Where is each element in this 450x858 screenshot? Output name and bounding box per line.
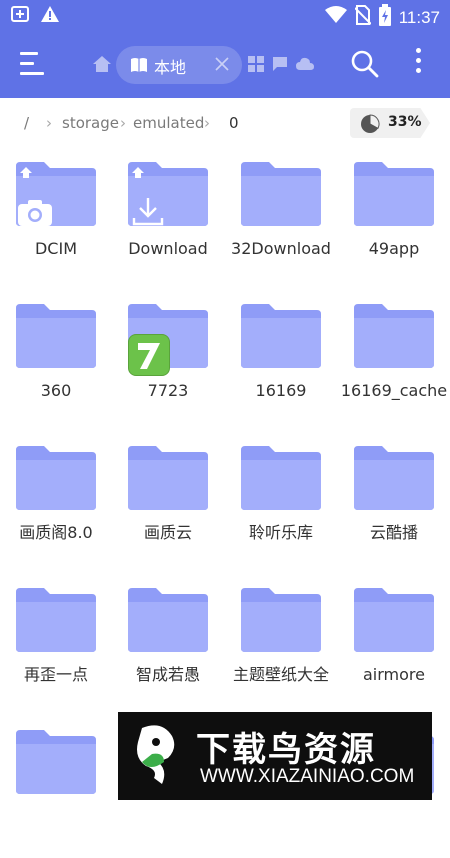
warning-icon (40, 4, 60, 28)
folder-icon (128, 162, 208, 226)
folder-icon (16, 730, 96, 794)
folder-item[interactable]: 16169 (225, 292, 337, 432)
folder-icon (16, 162, 96, 226)
folder-name: 画质阁8.0 (19, 523, 93, 542)
folder-item[interactable]: 7723 (112, 292, 224, 432)
folder-name: 再歪一点 (23, 665, 88, 684)
folder-icon (354, 162, 434, 226)
folder-item[interactable]: 智成若愚 (112, 576, 224, 716)
more-options-button[interactable] (414, 48, 422, 80)
top-toolbar: 本地 (0, 32, 450, 98)
folder-item[interactable]: 云酷播 (338, 434, 450, 574)
wifi-icon (324, 6, 347, 29)
folder-item[interactable]: Download (112, 150, 224, 290)
folder-icon (16, 588, 96, 652)
folder-grid: DCIM Download 32Download 49app 360 7723 16169 1… (0, 150, 450, 800)
app-7723-icon (128, 334, 170, 376)
folder-icon (16, 304, 96, 368)
folder-item[interactable]: 聆听乐库 (225, 434, 337, 574)
no-sim-icon (354, 5, 372, 30)
folder-name: 16169_cache (340, 381, 448, 400)
folder-name: Download (128, 239, 208, 258)
folder-name: 主题壁纸大全 (232, 665, 329, 684)
book-icon (130, 57, 148, 77)
extra-tabs (248, 56, 314, 76)
folder-icon (128, 304, 208, 376)
app-notification-icon (10, 4, 30, 28)
folder-icon (241, 304, 321, 368)
folder-name: 云酷播 (369, 523, 418, 542)
folder-name: 49app (368, 239, 420, 258)
folder-icon (241, 162, 321, 226)
folder-name: 360 (40, 381, 72, 400)
search-icon (350, 50, 380, 83)
storage-used-percent: 33% (388, 114, 422, 130)
breadcrumb-emulated[interactable]: emulated (133, 114, 204, 132)
folder-name: DCIM (34, 239, 77, 258)
folder-item[interactable]: DCIM (0, 150, 112, 290)
folder-item[interactable] (0, 718, 112, 858)
watermark-url: WWW.XIAZAINIAO.COM (200, 766, 415, 787)
breadcrumb-root[interactable]: / (24, 114, 29, 132)
breadcrumb: / › storage › emulated › 0 33% (0, 98, 450, 150)
message-icon[interactable] (272, 56, 288, 76)
tab-local[interactable]: 本地 (116, 46, 242, 84)
pie-chart-icon (360, 114, 380, 138)
watermark-title: 下载鸟资源 (196, 730, 376, 770)
status-bar: 11:37 (0, 0, 450, 32)
folder-icon (241, 446, 321, 510)
breadcrumb-storage[interactable]: storage (62, 114, 119, 132)
folder-item[interactable]: 画质云 (112, 434, 224, 574)
folder-item[interactable]: airmore (338, 576, 450, 716)
folder-item[interactable]: 主题壁纸大全 (225, 576, 337, 716)
cloud-icon[interactable] (296, 56, 314, 76)
chevron-right-icon: › (120, 114, 126, 132)
menu-button[interactable] (20, 52, 48, 76)
folder-item[interactable]: 360 (0, 292, 112, 432)
folder-name: 画质云 (143, 523, 192, 542)
clock-time: 11:37 (398, 7, 440, 27)
storage-usage-badge[interactable]: 33% (350, 108, 430, 138)
folder-icon (354, 588, 434, 652)
folder-icon (354, 446, 434, 510)
folder-name: 聆听乐库 (248, 523, 313, 542)
watermark-banner: 下载鸟资源 WWW.XIAZAINIAO.COM (118, 712, 432, 800)
folder-item[interactable]: 再歪一点 (0, 576, 112, 716)
close-tab-icon[interactable] (214, 56, 230, 76)
folder-icon (128, 446, 208, 510)
battery-charging-icon (378, 4, 391, 31)
chevron-right-icon: › (204, 114, 210, 132)
folder-name: 32Download (231, 239, 331, 258)
bird-logo-icon (128, 722, 190, 794)
folder-icon (16, 446, 96, 510)
folder-item[interactable]: 49app (338, 150, 450, 290)
folder-item[interactable]: 32Download (225, 150, 337, 290)
folder-icon (128, 588, 208, 652)
chevron-right-icon: › (46, 114, 52, 132)
home-icon[interactable] (92, 54, 112, 74)
folder-name: 智成若愚 (135, 665, 200, 684)
folder-item[interactable]: 画质阁8.0 (0, 434, 112, 574)
folder-icon (354, 304, 434, 368)
grid-icon[interactable] (248, 56, 264, 76)
folder-item[interactable]: 16169_cache (338, 292, 450, 432)
folder-name: 16169 (255, 381, 307, 400)
search-button[interactable] (350, 49, 380, 83)
folder-icon (241, 588, 321, 652)
folder-name: airmore (363, 665, 425, 684)
breadcrumb-current[interactable]: 0 (229, 114, 239, 132)
tab-local-label: 本地 (154, 58, 187, 77)
folder-name: 7723 (147, 381, 189, 400)
